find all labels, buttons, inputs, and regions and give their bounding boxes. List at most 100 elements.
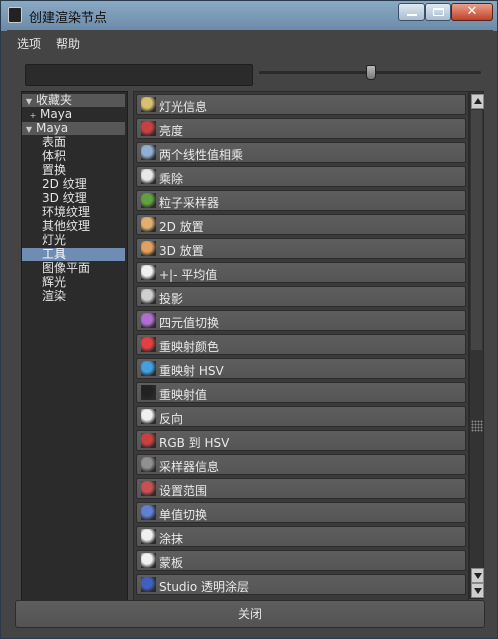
set-range-icon [141,481,156,496]
expand-arrow-icon: ▼ [25,125,33,134]
tree-item[interactable]: 3D 纹理 [22,192,87,205]
node-item-label: 四元值切换 [159,316,220,330]
tree-item[interactable]: 辉光 [22,276,66,289]
node-item[interactable]: 涂抹 [136,526,466,547]
node-item[interactable]: 重映射值 [136,382,466,403]
multiply-divide-icon [141,169,156,184]
tree-item[interactable]: 表面 [22,136,66,149]
node-item[interactable]: 2D 放置 [136,214,466,235]
node-item[interactable]: +|- 平均值 [136,262,466,283]
menu-bar: 选项 帮助 [7,30,493,54]
node-item[interactable]: 乘除 [136,166,466,187]
client-area: 选项 帮助 ▼ 收藏夹 + Maya ▼ Maya 表面 体积 置换 2D 纹理 3D 纹理 环境纹理… [7,30,493,634]
scroll-up-button[interactable] [471,94,484,109]
remap-value-icon [141,385,156,400]
node-item[interactable]: 单值切换 [136,502,466,523]
node-item[interactable]: 反向 [136,406,466,427]
node-item[interactable]: 粒子采样器 [136,190,466,211]
node-item-label: 单值切换 [159,508,208,522]
tree-item[interactable]: 工具 [22,248,125,261]
category-tree[interactable]: ▼ 收藏夹 + Maya ▼ Maya 表面 体积 置换 2D 纹理 3D 纹理 环境纹理 其他纹理 灯光… [21,91,128,601]
slider-thumb[interactable] [366,65,376,80]
tree-header[interactable]: ▼ 收藏夹 [22,94,125,107]
node-item[interactable]: 重映射 HSV [136,358,466,379]
close-window-button[interactable]: ✕ [451,3,493,21]
node-item-label: 采样器信息 [159,460,220,474]
scroll-thumb[interactable] [471,110,482,350]
node-item-label: 重映射值 [159,388,208,402]
node-item-label: +|- 平均值 [159,268,218,282]
node-item-label: 灯光信息 [159,100,208,114]
node-item[interactable]: 重映射颜色 [136,334,466,355]
tree-item-label: 置换 [42,163,67,177]
maximize-icon [433,8,444,16]
tree-item-label: Maya [36,121,69,135]
node-item[interactable]: 灯光信息 [136,94,466,115]
node-item-label: 设置范围 [159,484,208,498]
scroll-down-button[interactable] [471,568,484,583]
tree-item-label: 辉光 [42,275,67,289]
tree-item-label: 工具 [42,247,67,261]
close-button[interactable]: 关闭 [15,600,485,628]
maximize-button[interactable] [425,3,451,21]
scroll-down-button-2[interactable] [471,583,484,598]
node-item-label: 反向 [159,412,184,426]
node-item[interactable]: Studio 透明涂层 [136,574,466,595]
node-item-label: 乘除 [159,172,184,186]
place3d-icon [141,241,156,256]
node-item-label: 两个线性值相乘 [159,148,244,162]
node-item-label: 蒙板 [159,556,184,570]
particle-sampler-icon [141,193,156,208]
studio-clear-coat-icon [141,577,156,592]
window-title: 创建渲染节点 [29,11,108,26]
arrow-down-icon [474,573,482,579]
node-item[interactable]: 蒙板 [136,550,466,571]
node-item[interactable]: RGB 到 HSV [136,430,466,451]
close-icon: ✕ [466,4,478,19]
tree-header[interactable]: ▼ Maya [22,122,125,135]
menu-options[interactable]: 选项 [17,35,41,52]
node-item-label: 亮度 [159,124,184,138]
minimize-button[interactable] [398,3,425,21]
tree-item-label: 灯光 [42,233,67,247]
menu-help[interactable]: 帮助 [56,35,80,52]
reverse-icon [141,409,156,424]
maya-app-icon[interactable] [8,7,22,23]
tree-item[interactable]: 2D 纹理 [22,178,87,191]
node-item-label: 投影 [159,292,184,306]
resize-grip-icon[interactable] [471,420,483,432]
tree-item-label: 表面 [42,135,67,149]
tree-item[interactable]: 环境纹理 [22,206,90,219]
node-item[interactable]: 采样器信息 [136,454,466,475]
sampler-info-icon [141,457,156,472]
node-item-label: 粒子采样器 [159,196,220,210]
light-info-icon [141,97,156,112]
node-item-label: 重映射颜色 [159,340,220,354]
node-item-label: 3D 放置 [159,244,204,258]
minimize-icon [407,14,417,16]
tree-item[interactable]: 图像平面 [22,262,90,275]
remap-hsv-icon [141,361,156,376]
node-item[interactable]: 四元值切换 [136,310,466,331]
tree-item-label: 图像平面 [42,261,91,275]
tree-item[interactable]: 其他纹理 [22,220,90,233]
node-item-label: 重映射 HSV [159,364,224,378]
remap-color-icon [141,337,156,352]
node-item[interactable]: 设置范围 [136,478,466,499]
tree-item-label: Maya [40,107,73,121]
node-item[interactable]: 两个线性值相乘 [136,142,466,163]
node-item[interactable]: 3D 放置 [136,238,466,259]
tree-item[interactable]: 置换 [22,164,66,177]
list-scrollbar[interactable] [469,91,484,599]
node-item[interactable]: 投影 [136,286,466,307]
tree-item[interactable]: 灯光 [22,234,66,247]
node-item-label: 涂抹 [159,532,184,546]
tree-item[interactable]: + Maya [22,107,73,121]
tree-item[interactable]: 体积 [22,150,66,163]
title-bar[interactable]: 创建渲染节点 ✕ [1,1,497,29]
node-item[interactable]: 亮度 [136,118,466,139]
tree-item-label: 环境纹理 [42,205,91,219]
search-input[interactable] [25,64,253,86]
tree-item[interactable]: 渲染 [22,290,66,303]
plus-minus-average-icon [141,265,156,280]
